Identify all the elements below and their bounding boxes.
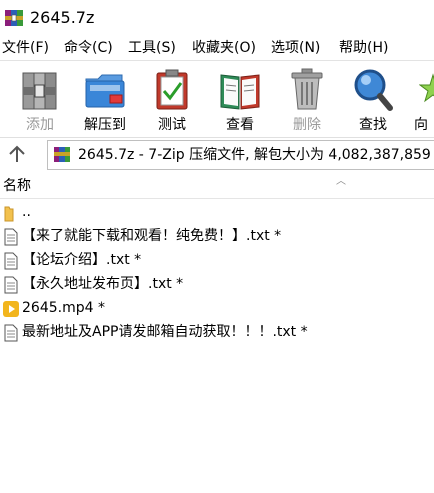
delete-label: 删除 — [293, 117, 321, 133]
text-file-icon — [4, 276, 18, 294]
test-label: 测试 — [158, 117, 186, 133]
delete-button[interactable]: 删除 — [275, 65, 339, 135]
wizard-star-icon — [419, 73, 434, 103]
text-file-icon — [4, 324, 18, 342]
archive-books-icon — [22, 72, 57, 110]
address-field[interactable]: 2645.7z - 7-Zip 压缩文件, 解包大小为 4,082,387,85… — [47, 140, 434, 170]
file-name: 【来了就能下载和观看！纯免费！】.txt * — [22, 228, 282, 244]
list-item[interactable]: 【来了就能下载和观看！纯免费！】.txt * — [0, 225, 434, 248]
wizard-button[interactable]: 向 — [408, 65, 434, 135]
magnifier-icon — [354, 69, 393, 111]
archive-icon — [54, 147, 70, 162]
open-book-icon — [220, 74, 260, 110]
list-item-parent-folder[interactable]: .. — [0, 201, 434, 224]
file-name: 【永久地址发布页】.txt * — [22, 276, 184, 292]
trash-can-icon — [291, 68, 323, 110]
menu-tools[interactable]: 工具(S) — [128, 38, 176, 58]
list-item[interactable]: 最新地址及APP请发邮箱自动获取！！！.txt * — [0, 321, 434, 344]
address-bar: 2645.7z - 7-Zip 压缩文件, 解包大小为 4,082,387,85… — [0, 137, 434, 171]
add-button[interactable]: 添加 — [8, 65, 72, 135]
up-arrow-icon[interactable] — [6, 144, 28, 164]
title-bar: 2645.7z — [0, 0, 434, 36]
toolbar: 添加 解压到 测试 查看 删除 查找 向 — [0, 60, 434, 138]
list-item[interactable]: 2645.mp4 * — [0, 297, 434, 320]
file-name: 【论坛介绍】.txt * — [22, 252, 142, 268]
winrar-app-icon — [5, 10, 23, 26]
file-list-header: ︿ 名称 — [0, 174, 434, 199]
menu-favorites[interactable]: 收藏夹(O) — [192, 38, 256, 58]
add-label: 添加 — [26, 117, 54, 133]
view-label: 查看 — [226, 117, 254, 133]
file-name: 2645.mp4 * — [22, 300, 105, 316]
find-label: 查找 — [359, 117, 387, 133]
folder-extract-icon — [85, 74, 125, 108]
menu-help[interactable]: 帮助(H) — [339, 38, 388, 58]
wizard-label: 向 — [414, 117, 428, 133]
clipboard-check-icon — [156, 69, 188, 110]
extract-to-button[interactable]: 解压到 — [73, 65, 137, 135]
test-button[interactable]: 测试 — [140, 65, 204, 135]
list-item[interactable]: 【永久地址发布页】.txt * — [0, 273, 434, 296]
file-name: 最新地址及APP请发邮箱自动获取！！！.txt * — [22, 324, 308, 340]
text-file-icon — [4, 228, 18, 246]
video-file-icon — [3, 301, 19, 317]
list-item[interactable]: 【论坛介绍】.txt * — [0, 249, 434, 272]
view-button[interactable]: 查看 — [208, 65, 272, 135]
menu-commands[interactable]: 命令(C) — [64, 38, 113, 58]
file-name: .. — [22, 204, 31, 220]
folder-icon — [4, 206, 14, 222]
sort-ascending-icon: ︿ — [336, 176, 346, 187]
window-title: 2645.7z — [30, 8, 95, 27]
menu-options[interactable]: 选项(N) — [271, 38, 320, 58]
menu-file[interactable]: 文件(F) — [2, 38, 49, 58]
find-button[interactable]: 查找 — [341, 65, 405, 135]
address-text: 2645.7z - 7-Zip 压缩文件, 解包大小为 4,082,387,85… — [78, 147, 434, 163]
text-file-icon — [4, 252, 18, 270]
extract-to-label: 解压到 — [84, 117, 126, 133]
column-name-header[interactable]: 名称 — [3, 177, 31, 195]
menu-bar: 文件(F) 命令(C) 工具(S) 收藏夹(O) 选项(N) 帮助(H) — [0, 37, 434, 59]
